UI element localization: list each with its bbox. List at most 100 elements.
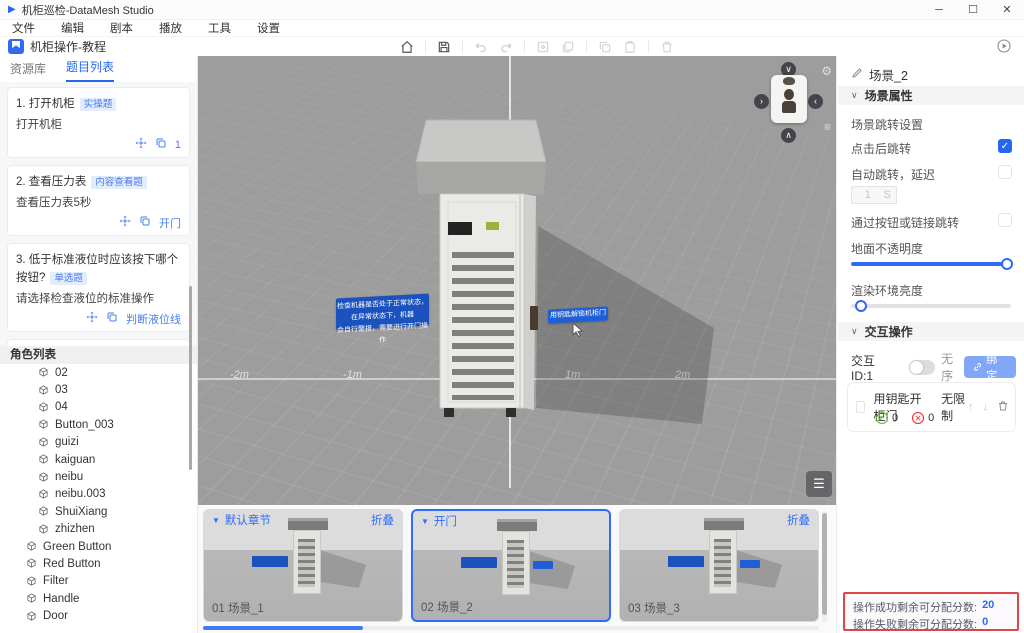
bind-button[interactable]: 绑定 [963, 354, 1016, 382]
role-item[interactable]: neibu.003 [0, 486, 197, 503]
cube-icon [39, 437, 48, 447]
ground-opacity-slider[interactable] [851, 258, 1013, 270]
scene-card-1[interactable]: ▼ 默认章节 折叠 01 场景_1 [203, 509, 403, 622]
role-item[interactable]: Handle [0, 590, 197, 607]
section-interactions[interactable]: ∨ 交互操作 [838, 322, 1024, 341]
role-item[interactable]: 02 [0, 364, 197, 381]
menu-script[interactable]: 剧本 [110, 20, 133, 36]
link-jump-checkbox[interactable] [998, 213, 1012, 227]
move-icon[interactable] [119, 215, 131, 230]
question-card[interactable]: 4. 检查机器第一步操作是?单选题 请选择检查机器是否正常状态的第一步操作 [7, 339, 190, 346]
viewport-options-icon[interactable]: ≡ [824, 120, 831, 134]
scene-label: 03 场景_3 [628, 603, 680, 615]
scene-card-2-selected[interactable]: ▼ 开门 02 场景_2 [411, 509, 611, 622]
timeline-vscrollbar-thumb[interactable] [822, 513, 827, 615]
delete-button[interactable] [660, 40, 674, 54]
chapter-collapse-arrow[interactable]: ▼ [421, 517, 429, 526]
move-icon[interactable] [86, 311, 98, 326]
timeline-vscrollbar[interactable] [822, 511, 827, 623]
menu-settings[interactable]: 设置 [257, 20, 280, 36]
jump-link-text[interactable]: 1 [175, 139, 181, 151]
close-button[interactable]: ✕ [990, 0, 1024, 20]
save-button[interactable] [437, 40, 451, 54]
move-down-button[interactable]: ↓ [983, 401, 989, 413]
jump-link-icon[interactable] [139, 215, 151, 230]
interaction-item[interactable]: 用钥匙开柜门 无限制 ↑ ↓ ✓ 0 ✕ 0 [847, 382, 1016, 432]
jump-link-icon[interactable] [106, 311, 118, 326]
role-item[interactable]: Button_003 [0, 416, 197, 433]
menu-tools[interactable]: 工具 [208, 20, 231, 36]
scene-list-button[interactable]: ☰ [806, 471, 832, 497]
role-item[interactable]: 04 [0, 399, 197, 416]
viewport-3d[interactable]: -2m -1m 1m 2m 检查机器是否处于正常状态，在异常状态下，机器 会自行… [198, 56, 836, 505]
tab-question-list[interactable]: 题目列表 [66, 58, 115, 82]
cube-icon [39, 489, 48, 499]
redo-button[interactable] [499, 40, 513, 54]
question-card[interactable]: 2. 查看压力表 内容查看题 查看压力表5秒 开门 [7, 165, 190, 236]
delete-interaction-button[interactable] [997, 400, 1009, 415]
role-item[interactable]: ShuiXiang [0, 503, 197, 520]
minimize-button[interactable]: ─ [922, 0, 956, 20]
env-brightness-slider-handle[interactable] [855, 300, 867, 312]
gizmo-cube[interactable] [771, 75, 807, 123]
gizmo-rotate-right-button[interactable]: › [754, 94, 769, 109]
timeline-hscrollbar[interactable] [203, 626, 819, 630]
move-icon[interactable] [135, 137, 147, 152]
server-cabinet-model[interactable] [198, 56, 836, 505]
interaction-checkbox[interactable] [856, 401, 866, 413]
chapter-name[interactable]: 开门 [434, 513, 457, 529]
jump-link-text[interactable]: 开门 [159, 215, 181, 231]
collapse-link[interactable]: 折叠 [371, 512, 394, 528]
timeline-hscrollbar-thumb[interactable] [203, 626, 363, 630]
left-panel-scrollbar[interactable] [189, 286, 192, 470]
chapter-collapse-arrow[interactable]: ▼ [212, 516, 220, 525]
unordered-toggle[interactable] [908, 359, 936, 375]
jump-link-text[interactable]: 判断液位线 [126, 311, 181, 327]
role-item[interactable]: Door [0, 607, 197, 624]
frame-icon[interactable] [536, 40, 550, 54]
copy-icon[interactable] [598, 40, 612, 54]
view-gizmo: ∨ › ‹ ∧ [754, 62, 823, 150]
mini-banner [533, 561, 553, 569]
question-card[interactable]: 3. 低于标准液位时应该按下哪个按钮? 单选题 请选择检查液位的标准操作 判断液位… [7, 243, 190, 332]
paste-icon[interactable] [623, 40, 637, 54]
tab-resource-library[interactable]: 资源库 [10, 60, 46, 82]
gizmo-rotate-left-button[interactable]: ‹ [808, 94, 823, 109]
role-item[interactable]: 03 [0, 381, 197, 398]
question-card[interactable]: 1. 打开机柜 实操题 打开机柜 1 [7, 87, 190, 158]
interaction-limit[interactable]: 无限制 [941, 390, 968, 424]
toolbar: 机柜操作-教程 [0, 37, 1024, 56]
chevron-down-icon: ∨ [851, 90, 858, 100]
role-item[interactable]: Red Button [0, 555, 197, 572]
role-item[interactable]: neibu [0, 468, 197, 485]
role-item[interactable]: zhizhen [0, 521, 197, 538]
question-type-badge: 实操题 [79, 98, 117, 111]
cube-icon [39, 506, 48, 516]
app-logo-icon: ▶ [8, 4, 16, 15]
menu-play[interactable]: 播放 [159, 20, 182, 36]
jump-link-icon[interactable] [155, 137, 167, 152]
layers-icon[interactable] [561, 40, 575, 54]
auto-jump-checkbox[interactable] [998, 165, 1012, 179]
delay-input[interactable]: 1 S [851, 186, 897, 204]
gizmo-rotate-up-button[interactable]: ∧ [781, 128, 796, 143]
viewport-settings-icon[interactable]: ⚙ [821, 64, 832, 78]
scene-card-3[interactable]: 折叠 03 场景_3 [619, 509, 819, 622]
maximize-button[interactable]: ☐ [956, 0, 990, 20]
move-up-button[interactable]: ↑ [968, 401, 974, 413]
role-item[interactable]: kaiguan [0, 451, 197, 468]
role-item[interactable]: Filter [0, 573, 197, 590]
click-jump-checkbox[interactable]: ✓ [998, 139, 1012, 153]
role-item[interactable]: guizi [0, 434, 197, 451]
env-brightness-slider[interactable] [851, 300, 1011, 312]
chapter-name[interactable]: 默认章节 [225, 512, 271, 528]
collapse-link[interactable]: 折叠 [787, 512, 810, 528]
edit-pencil-icon[interactable] [851, 67, 863, 82]
undo-button[interactable] [474, 40, 488, 54]
role-item[interactable]: Green Button [0, 538, 197, 555]
menu-edit[interactable]: 编辑 [61, 20, 84, 36]
ground-opacity-slider-handle[interactable] [1001, 258, 1013, 270]
home-button[interactable] [400, 40, 414, 54]
section-scene-properties[interactable]: ∨ 场景属性 [838, 86, 1024, 105]
menu-file[interactable]: 文件 [12, 20, 35, 36]
